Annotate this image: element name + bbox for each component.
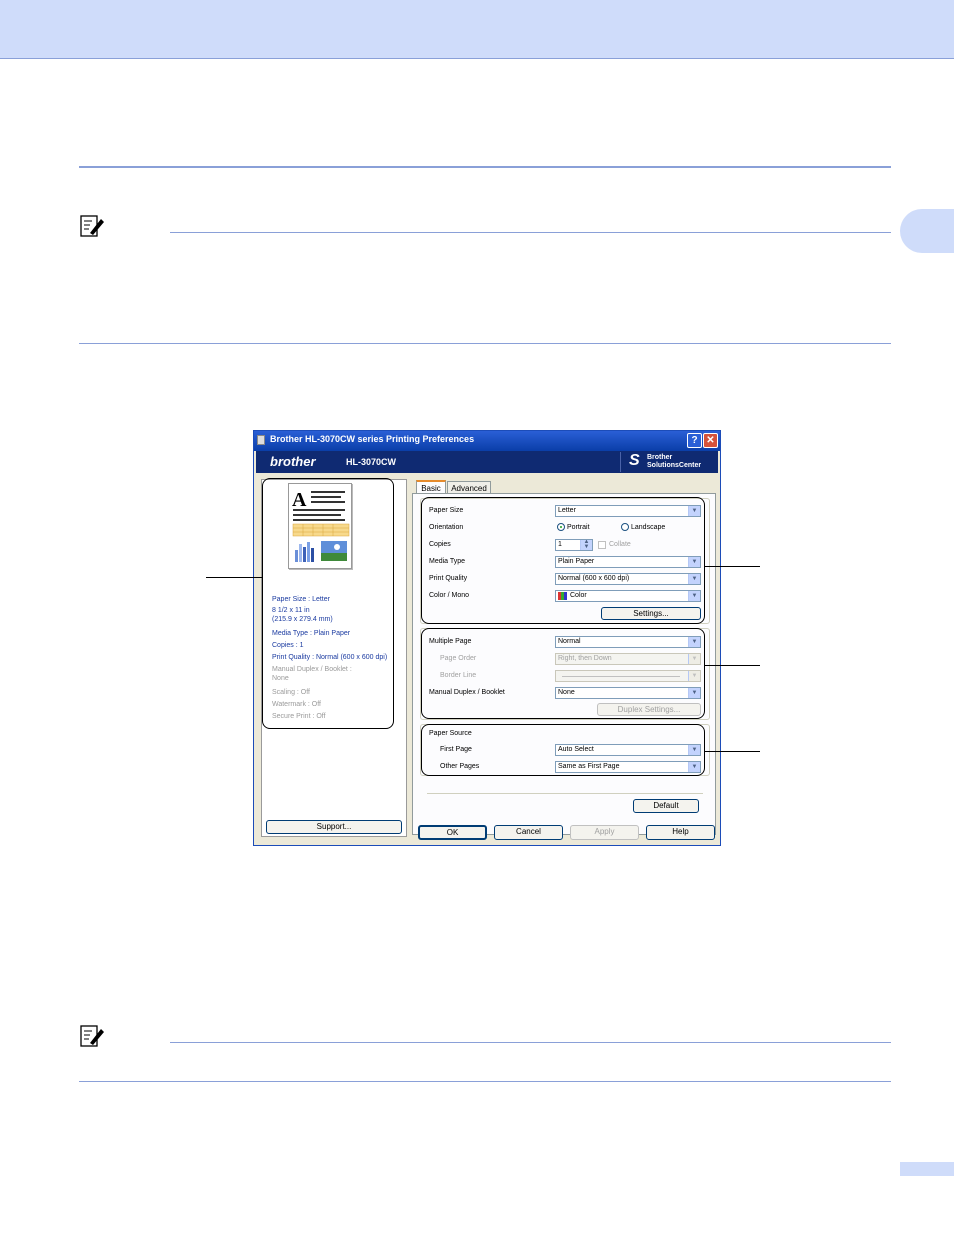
chapter-tab xyxy=(900,209,954,253)
callout-line xyxy=(206,577,263,578)
note-rule-top xyxy=(170,1042,891,1043)
divider xyxy=(427,793,703,794)
section-rule xyxy=(79,166,891,168)
default-button[interactable]: Default xyxy=(633,799,699,813)
callout-line xyxy=(704,751,760,752)
callout-summary xyxy=(262,478,394,729)
support-button[interactable]: Support... xyxy=(266,820,402,834)
note-rule-bottom xyxy=(79,1081,891,1082)
cancel-button[interactable]: Cancel xyxy=(494,825,563,840)
model-name: HL-3070CW xyxy=(346,457,397,467)
close-icon[interactable]: ✕ xyxy=(703,433,718,448)
ok-button[interactable]: OK xyxy=(418,825,487,840)
note-rule-bottom xyxy=(79,343,891,344)
note-pencil-icon xyxy=(80,1025,104,1047)
solutions-line1: Brother xyxy=(647,454,673,461)
callout-paper-source xyxy=(421,724,705,776)
callout-page-layout xyxy=(421,628,705,719)
callout-line xyxy=(704,665,760,666)
page-number-box xyxy=(900,1162,954,1176)
callout-paper-settings xyxy=(421,497,705,624)
header-band xyxy=(0,0,954,59)
note-pencil-icon xyxy=(80,215,104,237)
title-bar[interactable]: Brother HL-3070CW series Printing Prefer… xyxy=(254,431,720,451)
solutions-logo-icon: S xyxy=(629,452,640,469)
callout-line xyxy=(704,566,760,567)
help-icon[interactable]: ? xyxy=(687,433,702,448)
help-button[interactable]: Help xyxy=(646,825,715,840)
brand-banner: brother HL-3070CW S Brother SolutionsCen… xyxy=(256,451,718,473)
solutions-center-link[interactable]: S Brother SolutionsCenter xyxy=(620,452,717,472)
dialog-title: Brother HL-3070CW series Printing Prefer… xyxy=(270,434,475,444)
solutions-line2: SolutionsCenter xyxy=(647,462,702,469)
note-rule-top xyxy=(170,232,891,233)
brother-logo: brother xyxy=(270,454,316,469)
tab-basic[interactable]: Basic xyxy=(416,480,446,494)
printer-icon xyxy=(257,435,265,445)
apply-button[interactable]: Apply xyxy=(570,825,639,840)
